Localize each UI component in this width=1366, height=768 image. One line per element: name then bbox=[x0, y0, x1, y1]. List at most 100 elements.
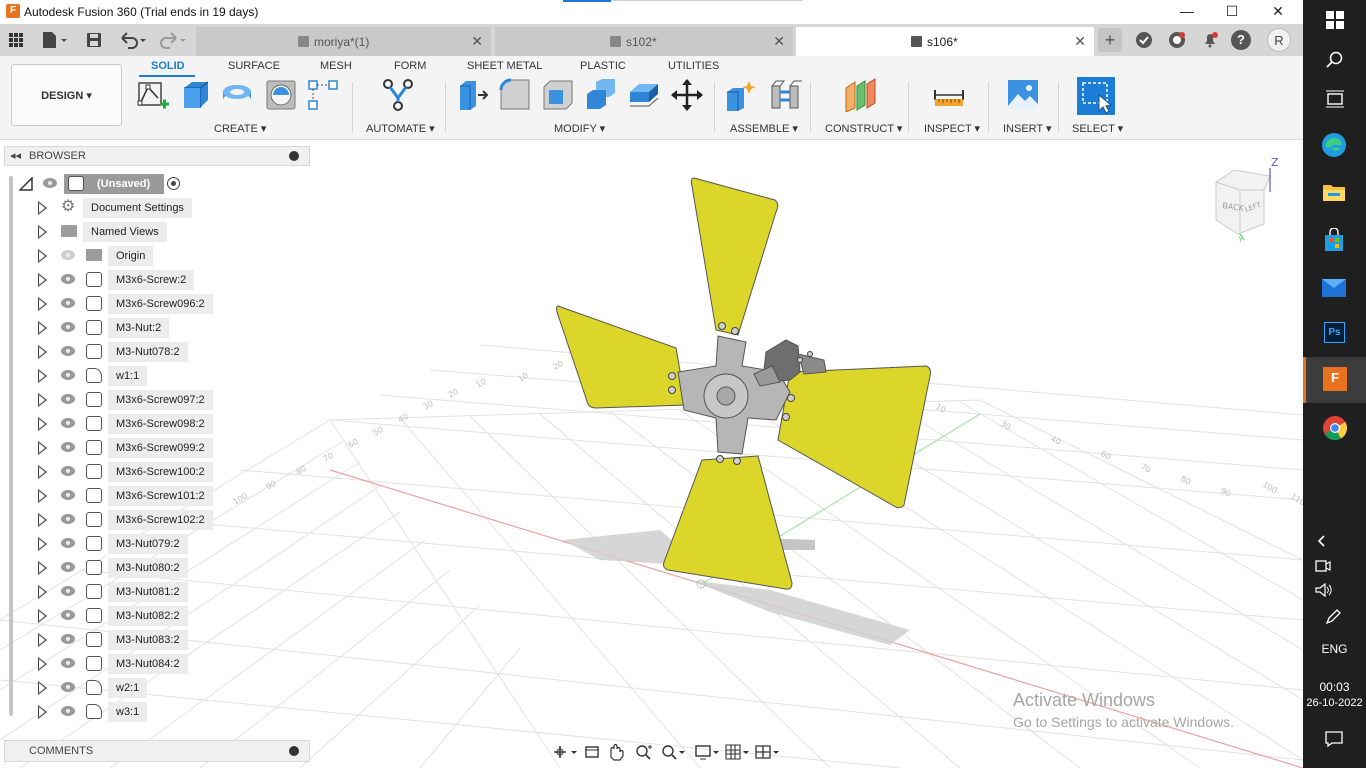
pattern-icon[interactable] bbox=[306, 78, 340, 112]
hole-icon[interactable] bbox=[264, 78, 298, 112]
offset-plane-icon[interactable] bbox=[843, 78, 877, 112]
user-avatar[interactable]: R bbox=[1267, 28, 1291, 52]
visibility-eye-icon[interactable] bbox=[61, 490, 75, 500]
visibility-eye-icon[interactable] bbox=[61, 682, 75, 692]
expand-arrow-icon[interactable] bbox=[38, 513, 47, 527]
automate-icon[interactable] bbox=[381, 78, 415, 112]
visibility-eye-icon[interactable] bbox=[61, 346, 75, 356]
expand-arrow-icon[interactable] bbox=[38, 441, 47, 455]
expand-arrow-icon[interactable] bbox=[38, 369, 47, 383]
browser-item-component[interactable]: M3x6-Screw100:2 bbox=[0, 460, 310, 484]
tab-moriya[interactable]: moriya*(1) ✕ bbox=[196, 27, 491, 56]
search-icon[interactable] bbox=[1326, 51, 1344, 69]
visibility-eye-icon[interactable] bbox=[61, 586, 75, 596]
browser-root-row[interactable]: (Unsaved) bbox=[0, 172, 310, 196]
browser-item-component[interactable]: M3-Nut:2 bbox=[0, 316, 310, 340]
insert-menu[interactable]: INSERT ▾ bbox=[1003, 122, 1052, 135]
fit-window-icon[interactable] bbox=[662, 745, 685, 760]
expand-arrow-icon[interactable] bbox=[38, 273, 47, 287]
expand-arrow-icon[interactable] bbox=[38, 585, 47, 599]
browser-item-component[interactable]: M3-Nut079:2 bbox=[0, 532, 310, 556]
zoom-icon[interactable] bbox=[636, 745, 652, 760]
insert-image-icon[interactable] bbox=[1006, 78, 1040, 112]
edge-taskbar-item[interactable] bbox=[1303, 122, 1366, 168]
minimize-button[interactable]: — bbox=[1167, 2, 1207, 22]
save-icon[interactable] bbox=[86, 30, 102, 50]
help-icon[interactable]: ? bbox=[1231, 30, 1251, 50]
expand-arrow-icon[interactable] bbox=[38, 561, 47, 575]
tab-form[interactable]: FORM bbox=[394, 60, 426, 72]
expand-arrow-icon[interactable] bbox=[38, 297, 47, 311]
chevron-left-icon[interactable] bbox=[1316, 534, 1328, 548]
visibility-eye-icon[interactable] bbox=[61, 298, 75, 308]
maximize-button[interactable]: ☐ bbox=[1212, 2, 1252, 22]
new-component-icon[interactable] bbox=[724, 78, 758, 112]
tab-sheet-metal[interactable]: SHEET METAL bbox=[467, 60, 542, 72]
tab-s102[interactable]: s102* ✕ bbox=[495, 27, 793, 56]
pan-hand-icon[interactable] bbox=[610, 743, 624, 761]
file-menu-icon[interactable] bbox=[40, 30, 68, 50]
modify-menu[interactable]: MODIFY ▾ bbox=[554, 122, 605, 135]
browser-item-linked-component[interactable]: w3:1 bbox=[0, 700, 310, 724]
visibility-eye-icon[interactable] bbox=[61, 322, 75, 332]
revolve-icon[interactable] bbox=[220, 78, 254, 112]
visibility-eye-icon[interactable] bbox=[61, 706, 75, 716]
browser-item-component[interactable]: M3x6-Screw098:2 bbox=[0, 412, 310, 436]
visibility-eye-icon[interactable] bbox=[61, 634, 75, 644]
press-pull-icon[interactable] bbox=[456, 78, 490, 112]
viewports-icon[interactable] bbox=[755, 745, 779, 759]
browser-item-component[interactable]: M3-Nut083:2 bbox=[0, 628, 310, 652]
expand-arrow-icon[interactable] bbox=[38, 393, 47, 407]
explorer-taskbar-item[interactable] bbox=[1303, 170, 1366, 216]
browser-item-linked-component[interactable]: w1:1 bbox=[0, 364, 310, 388]
expand-arrow-icon[interactable] bbox=[38, 225, 47, 239]
visibility-eye-icon[interactable] bbox=[61, 442, 75, 452]
create-menu[interactable]: CREATE ▾ bbox=[214, 122, 266, 135]
orbit-icon[interactable] bbox=[554, 746, 577, 758]
close-window-button[interactable]: ✕ bbox=[1258, 2, 1298, 22]
visibility-eye-icon[interactable] bbox=[61, 394, 75, 404]
tab-plastic[interactable]: PLASTIC bbox=[580, 60, 626, 72]
visibility-eye-icon[interactable] bbox=[61, 538, 75, 548]
close-tab-icon[interactable]: ✕ bbox=[471, 33, 483, 50]
tab-solid[interactable]: SOLID bbox=[151, 60, 185, 72]
visibility-eye-icon[interactable] bbox=[61, 514, 75, 524]
windows-start-icon[interactable] bbox=[1326, 11, 1344, 29]
expand-arrow-icon[interactable] bbox=[38, 705, 47, 719]
grid-menu-icon[interactable] bbox=[8, 30, 24, 50]
browser-item-component[interactable]: M3x6-Screw102:2 bbox=[0, 508, 310, 532]
tab-s106[interactable]: s106* ✕ bbox=[796, 27, 1094, 56]
new-tab-button[interactable]: + bbox=[1098, 28, 1122, 52]
tab-mesh[interactable]: MESH bbox=[320, 60, 352, 72]
display-settings-icon[interactable] bbox=[695, 745, 719, 760]
create-sketch-icon[interactable] bbox=[136, 78, 170, 112]
clock-date[interactable]: 26-10-2022 bbox=[1303, 697, 1366, 709]
browser-item-component[interactable]: M3-Nut081:2 bbox=[0, 580, 310, 604]
browser-item-named-views[interactable]: Named Views bbox=[0, 220, 310, 244]
close-tab-icon[interactable]: ✕ bbox=[773, 33, 785, 50]
workspace-switcher-button[interactable]: DESIGN ▾ bbox=[11, 64, 122, 126]
volume-icon[interactable] bbox=[1315, 582, 1333, 598]
select-menu[interactable]: SELECT ▾ bbox=[1072, 122, 1123, 135]
browser-item-origin[interactable]: Origin bbox=[0, 244, 310, 268]
clock-time[interactable]: 00:03 bbox=[1303, 680, 1366, 694]
fusion360-taskbar-item[interactable]: F bbox=[1303, 357, 1366, 403]
undo-icon[interactable] bbox=[118, 30, 148, 50]
visibility-eye-icon[interactable] bbox=[61, 610, 75, 620]
joint-icon[interactable] bbox=[768, 78, 802, 112]
browser-item-component[interactable]: M3x6-Screw096:2 bbox=[0, 292, 310, 316]
browser-item-document-settings[interactable]: ⚙ Document Settings bbox=[0, 196, 310, 220]
browser-item-component[interactable]: M3-Nut078:2 bbox=[0, 340, 310, 364]
store-taskbar-item[interactable] bbox=[1303, 218, 1366, 264]
browser-item-component[interactable]: M3x6-Screw097:2 bbox=[0, 388, 310, 412]
browser-item-component[interactable]: M3-Nut080:2 bbox=[0, 556, 310, 580]
expand-arrow-icon[interactable] bbox=[38, 321, 47, 335]
browser-item-component[interactable]: M3x6-Screw101:2 bbox=[0, 484, 310, 508]
expand-arrow-icon[interactable] bbox=[38, 537, 47, 551]
browser-item-component[interactable]: M3-Nut082:2 bbox=[0, 604, 310, 628]
pen-workspace-icon[interactable] bbox=[1324, 608, 1342, 626]
input-language[interactable]: ENG bbox=[1303, 642, 1366, 656]
visibility-eye-icon[interactable] bbox=[61, 370, 75, 380]
visibility-eye-icon[interactable] bbox=[61, 466, 75, 476]
combine-icon[interactable] bbox=[584, 78, 618, 112]
